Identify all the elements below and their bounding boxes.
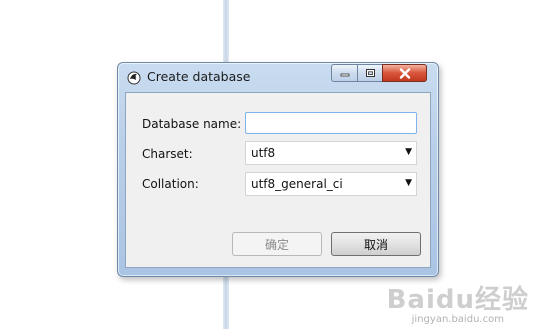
- collation-value: utf8_general_ci: [251, 177, 343, 191]
- dropdown-arrow-icon: ▼: [405, 147, 412, 157]
- dropdown-arrow-icon: ▼: [405, 178, 412, 188]
- dialog-body: Database name: Charset: utf8 ▼ Collation…: [125, 92, 431, 268]
- title-bar[interactable]: Create database: [118, 63, 438, 91]
- charset-select[interactable]: utf8 ▼: [245, 141, 417, 165]
- cancel-button[interactable]: 取消: [331, 232, 421, 256]
- ok-button[interactable]: 确定: [232, 232, 322, 256]
- maximize-button[interactable]: [357, 64, 383, 82]
- collation-select[interactable]: utf8_general_ci ▼: [245, 172, 417, 196]
- charset-value: utf8: [251, 146, 276, 160]
- charset-label: Charset:: [142, 147, 193, 161]
- baidu-watermark: Baidu经验 jingyan.baidu.com: [387, 279, 529, 325]
- close-button[interactable]: [382, 64, 427, 82]
- database-name-input[interactable]: [245, 112, 417, 134]
- watermark-main: Baidu经验: [386, 285, 529, 315]
- window-title: Create database: [147, 69, 251, 84]
- minimize-icon: [340, 73, 349, 77]
- close-icon: [399, 67, 410, 79]
- minimize-button[interactable]: [331, 64, 358, 82]
- collation-label: Collation:: [142, 177, 199, 191]
- maximize-icon: [365, 69, 375, 77]
- create-database-dialog: Create database Database name: Charset: …: [117, 62, 439, 277]
- database-name-label: Database name:: [142, 117, 242, 131]
- dolphin-app-icon: [127, 71, 141, 85]
